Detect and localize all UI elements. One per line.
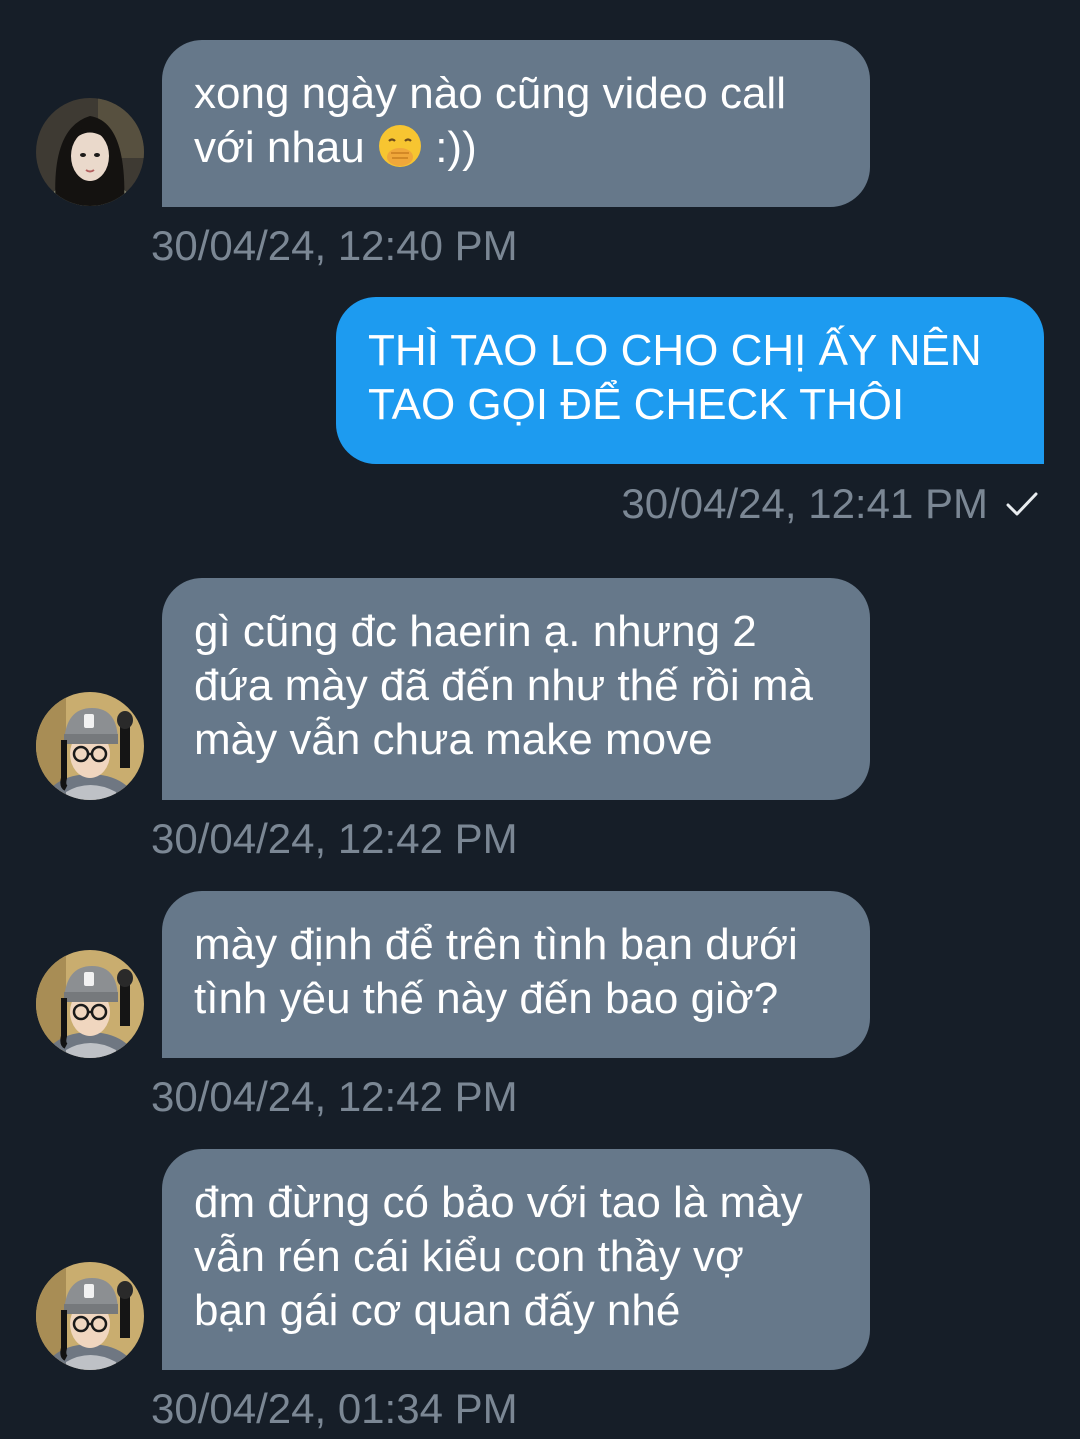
message-timestamp: 30/04/24, 12:40 PM	[151, 222, 518, 269]
contact-avatar[interactable]	[36, 692, 144, 800]
message-bubble[interactable]: THÌ TAO LO CHO CHỊ ẤY NÊN TAO GỌI ĐỂ CHE…	[336, 297, 1044, 464]
check-icon	[1004, 486, 1040, 522]
message-timestamp: 30/04/24, 12:42 PM	[151, 1073, 518, 1120]
message-timestamp: 30/04/24, 12:41 PM	[621, 480, 988, 527]
message-bubble[interactable]: đm đừng có bảo với tao là mày vẫn rén cá…	[162, 1149, 870, 1370]
message-text-suffix: :))	[422, 123, 477, 172]
contact-avatar[interactable]	[36, 98, 144, 206]
message-timestamp: 30/04/24, 12:42 PM	[151, 815, 518, 862]
message-timestamp: 30/04/24, 01:34 PM	[151, 1385, 518, 1432]
contact-avatar[interactable]	[36, 1262, 144, 1370]
message-bubble[interactable]: gì cũng đc haerin ạ. nhưng 2 đứa mày đã …	[162, 578, 870, 800]
face-with-hand-over-mouth-emoji-icon	[377, 123, 423, 169]
message-text: xong ngày nào cũng video call với nhau	[194, 69, 786, 172]
message-bubble[interactable]: mày định để trên tình bạn dưới tình yêu …	[162, 891, 870, 1058]
message-bubble[interactable]: xong ngày nào cũng video call với nhau :…	[162, 40, 870, 207]
contact-avatar[interactable]	[36, 950, 144, 1058]
